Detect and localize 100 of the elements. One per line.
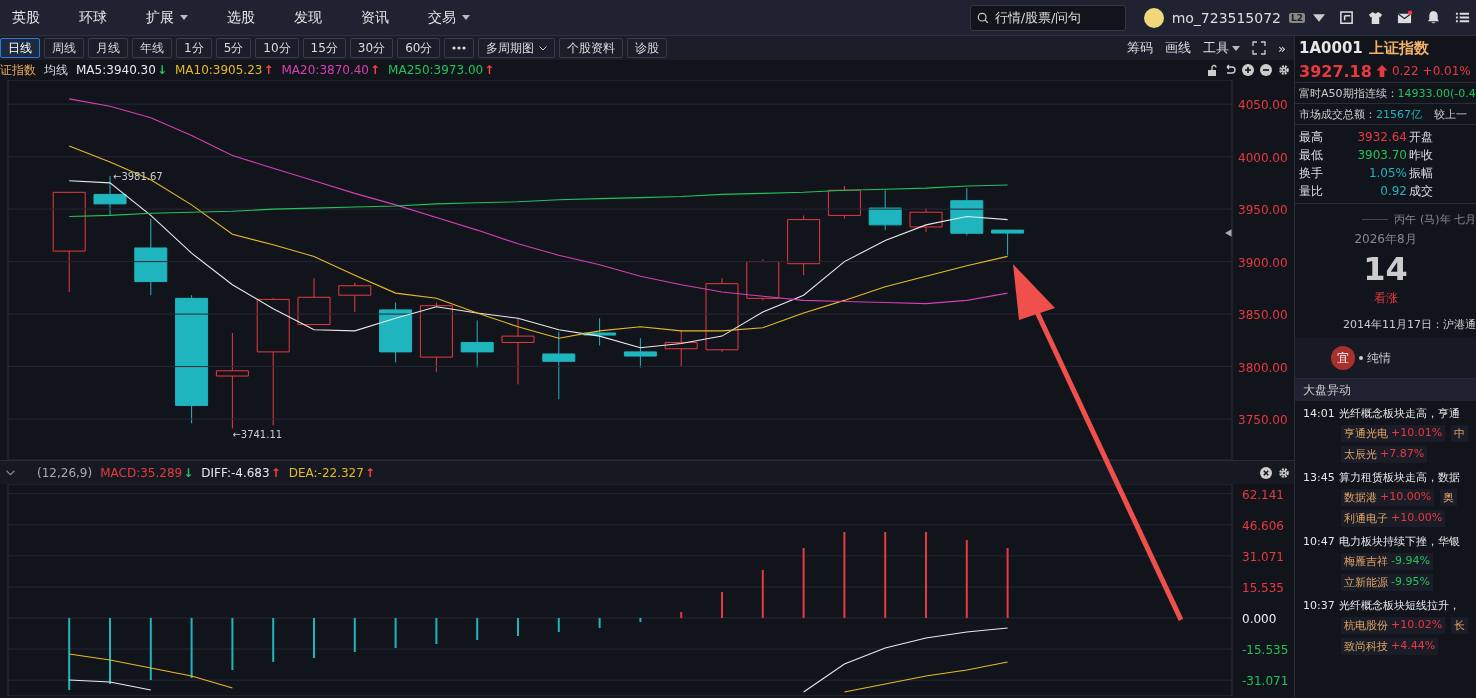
- nav-menu-item[interactable]: 资讯: [349, 8, 406, 27]
- stock-chip[interactable]: 奥: [1440, 489, 1458, 506]
- macd-bar: [353, 618, 356, 652]
- chart-tool-link[interactable]: 工具: [1203, 39, 1241, 57]
- trend-arrow: ↑: [270, 465, 281, 480]
- zoom-out-icon[interactable]: [1260, 64, 1272, 76]
- event-text[interactable]: 算力租赁板块走高，数据: [1338, 470, 1460, 485]
- candlestick: [868, 189, 902, 231]
- market-outlook: 看涨: [1373, 290, 1398, 307]
- search-field[interactable]: 行情/股票/问句: [969, 4, 1126, 31]
- nav-menu-item[interactable]: 环球: [67, 8, 124, 27]
- macd-axis-label: -15.535: [1242, 643, 1289, 658]
- window-icon[interactable]: [1339, 10, 1354, 25]
- period-tab[interactable]: 日线: [0, 38, 40, 58]
- chart-tool-link[interactable]: 画线: [1165, 39, 1192, 57]
- settings-icon[interactable]: [1278, 466, 1290, 479]
- period-tab[interactable]: 1分: [176, 38, 212, 58]
- period-tab[interactable]: 15分: [302, 38, 346, 58]
- index-name: 证指数: [0, 61, 36, 79]
- level-badge: L2: [1289, 12, 1305, 23]
- trend-arrow: ↑: [484, 63, 495, 77]
- macd-axis-label: 0.000: [1242, 612, 1277, 626]
- unlock-icon[interactable]: [1206, 64, 1218, 76]
- macd-legend-value: DIFF:-4.683: [201, 465, 270, 480]
- stat-label: 成交: [1409, 182, 1434, 200]
- chart-tool-link[interactable]: 筹码: [1127, 39, 1154, 57]
- settings-icon[interactable]: [1278, 64, 1290, 76]
- period-tab[interactable]: 年线: [132, 38, 172, 58]
- stat-value: 1.05%: [1367, 166, 1408, 180]
- toolbar-button[interactable]: 诊股: [627, 38, 668, 58]
- advice-text: 纯情: [1367, 349, 1391, 367]
- fullscreen-icon[interactable]: [1252, 41, 1267, 55]
- period-tab[interactable]: 30分: [349, 38, 394, 58]
- candlestick: [542, 331, 576, 400]
- stat-label: 最高: [1299, 128, 1324, 146]
- period-tab[interactable]: 周线: [44, 38, 84, 58]
- turnover-label: 市场成交总额：: [1299, 106, 1376, 122]
- calendar-day: 14: [1363, 250, 1408, 288]
- stock-chip[interactable]: 太辰光 +7.87%: [1341, 446, 1428, 463]
- more-icon: [452, 46, 467, 50]
- macd-bar: [68, 618, 71, 690]
- menu-icon[interactable]: [1455, 10, 1470, 25]
- username[interactable]: mo_723515072: [1171, 9, 1281, 26]
- bell-icon[interactable]: [1426, 10, 1441, 25]
- indicator-type[interactable]: 均线: [44, 61, 68, 79]
- history-event: 2014年11月17日：沪港通: [1343, 317, 1476, 332]
- period-tab[interactable]: 5分: [215, 38, 252, 58]
- nav-menu-item[interactable]: 交易: [416, 8, 487, 27]
- nav-menu-item[interactable]: 选股: [215, 8, 272, 27]
- avatar-icon[interactable]: [1143, 7, 1164, 28]
- macd-legend-value: DEA:-22.327: [288, 465, 364, 480]
- trend-arrow: ↑: [263, 63, 274, 77]
- stock-chip[interactable]: 杭电股份 +10.02%: [1341, 617, 1446, 634]
- candlestick: [460, 319, 494, 369]
- event-text[interactable]: 光纤概念板块短线拉升，: [1338, 598, 1460, 613]
- nav-menu-item[interactable]: 英股: [0, 8, 57, 27]
- stock-chip[interactable]: 中: [1451, 425, 1469, 442]
- macd-axis-label: 15.535: [1242, 580, 1284, 595]
- period-tab[interactable]: 月线: [88, 38, 128, 58]
- stock-chip[interactable]: 立新能源 -9.95%: [1341, 574, 1433, 591]
- calendar-month: 2026年8月: [1354, 231, 1417, 248]
- bullet-dot-icon: [1359, 356, 1363, 360]
- toolbar-button[interactable]: 个股资料: [559, 38, 624, 58]
- expand-toggle[interactable]: »: [1278, 40, 1286, 56]
- macd-bar: [476, 618, 479, 640]
- stat-label: 量比: [1299, 182, 1324, 200]
- candlestick: [583, 317, 617, 347]
- nav-menu-item[interactable]: 扩展: [134, 8, 205, 27]
- macd-legend-value: MACD:35.289: [100, 465, 183, 480]
- candlestick: [787, 214, 821, 276]
- last-price: 3927.18: [1299, 61, 1372, 81]
- stock-chip[interactable]: 数据港 +10.00%: [1341, 489, 1435, 506]
- stat-label: 最低: [1299, 146, 1324, 164]
- toolbar-button[interactable]: 多周期图: [478, 38, 556, 58]
- period-tab[interactable]: 10分: [255, 38, 299, 58]
- caret-icon[interactable]: [1313, 11, 1325, 24]
- collapse-chevron-icon[interactable]: [6, 469, 15, 476]
- period-tab[interactable]: 60分: [397, 38, 441, 58]
- candlestick: [338, 282, 372, 313]
- section-header: 大盘异动: [1295, 378, 1476, 401]
- stock-chip[interactable]: 利通电子 +10.00%: [1341, 510, 1446, 527]
- stock-chip[interactable]: 致尚科技 +4.44%: [1341, 638, 1439, 655]
- macd-bar: [1006, 548, 1009, 618]
- stock-chip[interactable]: 亨通光电 +10.01%: [1341, 425, 1446, 442]
- undo-icon[interactable]: [1224, 64, 1236, 76]
- stock-chip[interactable]: 长: [1451, 617, 1469, 634]
- ma-legend-value: MA10:3905.23: [174, 63, 263, 77]
- candlestick: [746, 259, 780, 301]
- event-text[interactable]: 电力板块持续下挫，华银: [1338, 534, 1460, 549]
- zoom-in-icon[interactable]: [1242, 64, 1254, 76]
- stock-chip[interactable]: 梅雁吉祥 -9.94%: [1341, 553, 1433, 570]
- close-icon[interactable]: [1260, 466, 1272, 479]
- stat-value: 3932.64: [1356, 130, 1408, 144]
- shirt-icon[interactable]: [1368, 10, 1383, 25]
- price-axis-label: 3750.00: [1238, 413, 1288, 428]
- ma-legend-value: MA20:3870.40: [281, 63, 369, 77]
- more-button[interactable]: [444, 38, 475, 58]
- event-text[interactable]: 光纤概念板块走高，亨通: [1338, 406, 1460, 421]
- mail-icon[interactable]: [1397, 10, 1412, 25]
- nav-menu-item[interactable]: 发现: [282, 8, 339, 27]
